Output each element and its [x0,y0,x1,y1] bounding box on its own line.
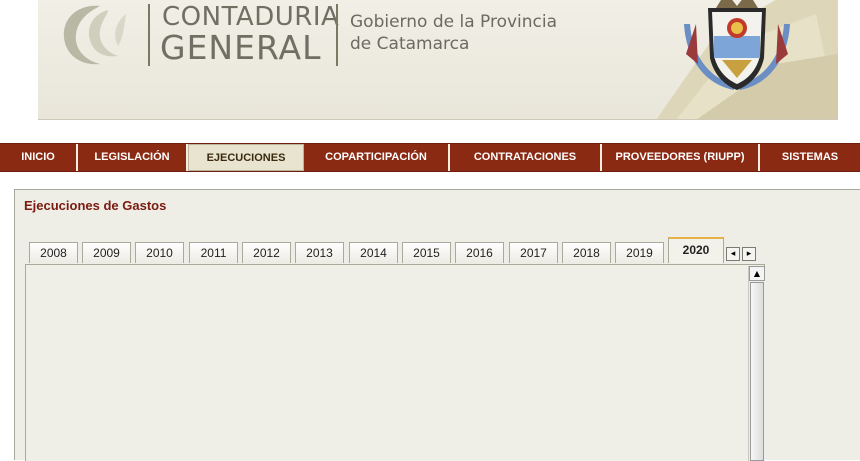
tab-scroll-left-button[interactable]: ◂ [726,247,740,261]
tab-2012[interactable]: 2012 [242,242,291,263]
tab-content-area [25,264,765,461]
nav-item-proveedores[interactable]: PROVEEDORES (RIUPP) [602,144,760,171]
main-nav: INICIO LEGISLACIÓN EJECUCIONES COPARTICI… [0,143,860,172]
nav-item-inicio[interactable]: INICIO [0,144,78,171]
scrollbar-thumb[interactable] [750,282,764,461]
tab-2018[interactable]: 2018 [562,242,611,263]
nav-item-legislacion[interactable]: LEGISLACIÓN [78,144,188,171]
tab-2010[interactable]: 2010 [135,242,184,263]
panel-title: Ejecuciones de Gastos [24,198,167,213]
tab-2016[interactable]: 2016 [455,242,504,263]
gov-text-line2: de Catamarca [350,34,470,54]
gov-divider [336,4,338,66]
tab-2015[interactable]: 2015 [402,242,451,263]
tab-2009[interactable]: 2009 [82,242,131,263]
content-panel: Ejecuciones de Gastos 2008 2009 2010 201… [14,189,860,461]
nav-item-ejecuciones[interactable]: EJECUCIONES [188,144,304,171]
tab-2014[interactable]: 2014 [349,242,398,263]
nav-item-sistemas[interactable]: SISTEMAS [760,144,860,171]
logo-divider [148,4,150,66]
header-banner: CONTADURIA GENERAL Gobierno de la Provin… [38,0,838,120]
catamarca-coat-of-arms-icon [656,0,838,119]
tab-2013[interactable]: 2013 [295,242,344,263]
tab-2017[interactable]: 2017 [509,242,558,263]
nav-item-contrataciones[interactable]: CONTRATACIONES [450,144,602,171]
swoosh-logo-icon [63,5,126,65]
tab-2011[interactable]: 2011 [189,242,238,263]
nav-item-coparticipacion[interactable]: COPARTICIPACIÓN [304,144,450,171]
org-title-line2: GENERAL [160,28,322,67]
gov-text-line1: Gobierno de la Provincia [350,12,558,32]
scroll-up-arrow-icon[interactable]: ▲ [749,266,765,281]
tab-scroll-right-button[interactable]: ▸ [742,247,756,261]
tab-2008[interactable]: 2008 [29,242,78,263]
tab-2020[interactable]: 2020 [668,237,724,263]
tab-2019[interactable]: 2019 [615,242,664,263]
vertical-scrollbar[interactable]: ▲ [748,266,765,461]
